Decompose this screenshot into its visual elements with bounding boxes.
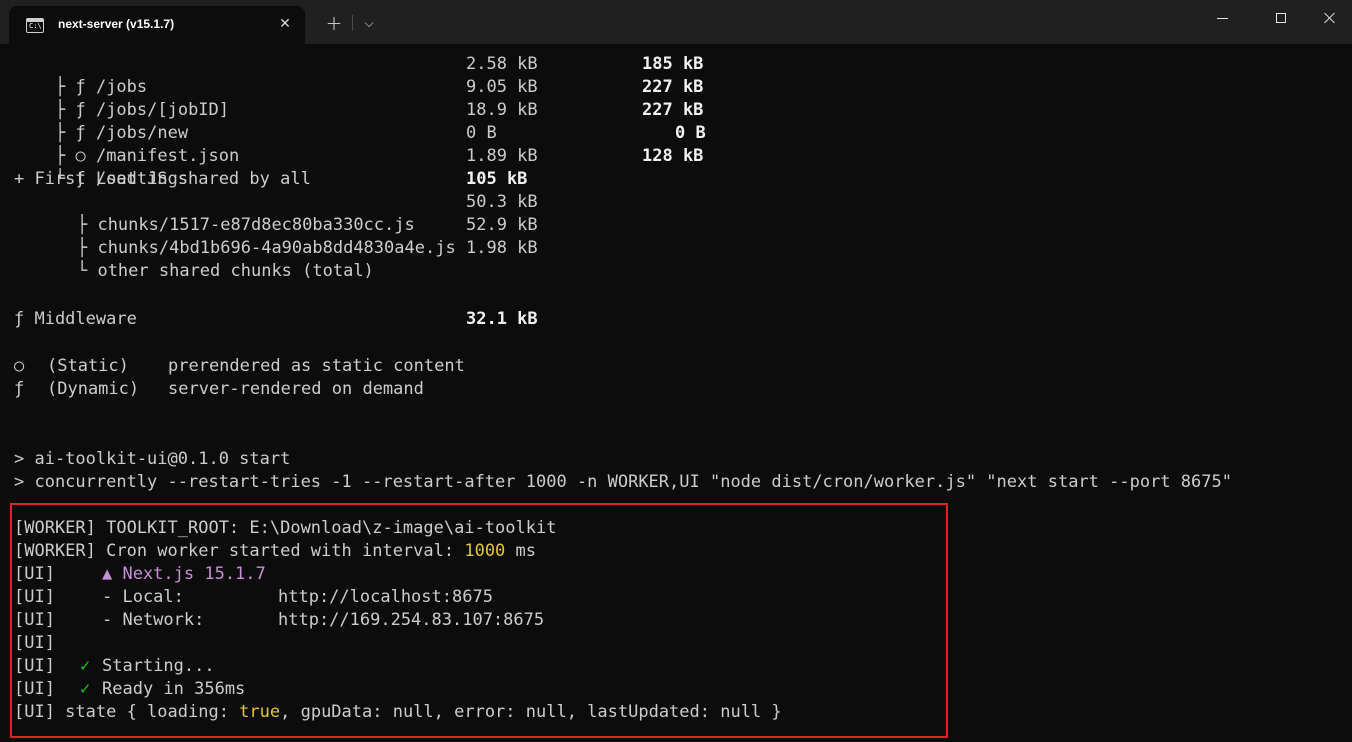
ui-log-prefix: [UI] [14,679,55,699]
network-label: - Network: [102,610,205,630]
chunk-size: 50.3 kB [466,192,538,212]
terminal-icon: C:\ [26,18,44,33]
starting-log: Starting... [102,656,215,676]
chunk-size: 1.98 kB [466,238,538,258]
ui-log-prefix: [UI] [14,610,55,630]
legend-name: (Static) [47,356,129,376]
route-size: 2.58 kB [466,54,538,74]
tab-title: next-server (v15.1.7) [58,17,175,31]
shared-js-total: 105 kB [466,169,528,189]
legend-symbol: ○ [14,356,25,376]
new-tab-button[interactable]: + [321,10,347,36]
worker-root-log: [WORKER] TOOLKIT_ROOT: E:\Download\z-ima… [14,518,557,538]
route-first-load: 227 kB [642,100,704,120]
legend-desc: server-rendered on demand [168,379,424,399]
close-window-button[interactable] [1306,0,1352,36]
cron-interval-value: 1000 [464,541,506,561]
minimize-icon [1217,18,1228,19]
route-size: 0 B [466,123,497,143]
route-size: 9.05 kB [466,77,538,97]
title-bar: C:\ next-server (v15.1.7) ✕ + ⌵ [0,0,1352,44]
network-url: http://169.254.83.107:8675 [278,610,545,630]
ui-log-prefix: [UI] [14,587,55,607]
legend-desc: prerendered as static content [168,356,465,376]
ui-log-prefix: [UI] [14,633,55,653]
chunk-size: 52.9 kB [466,215,538,235]
tab-divider [352,15,353,31]
shared-js-label: + First Load JS shared by all [14,169,311,189]
local-label: - Local: [102,587,184,607]
maximize-button[interactable] [1258,0,1304,36]
close-icon [1323,12,1335,24]
route-size: 1.89 kB [466,146,538,166]
check-icon: ✓ [80,679,91,699]
ready-log: Ready in 356ms [102,679,246,699]
maximize-icon [1276,13,1286,23]
terminal-tab[interactable]: C:\ next-server (v15.1.7) ✕ [9,6,305,44]
route-first-load: 128 kB [642,146,704,166]
chevron-down-icon[interactable]: ⌵ [357,10,381,36]
chunk-row: └ other shared chunks (total) [76,261,374,281]
legend-symbol: ƒ [14,379,25,399]
route-first-load: 185 kB [642,54,704,74]
state-log: [UI] state { loading: true, gpuData: nul… [14,702,782,722]
close-tab-icon[interactable]: ✕ [274,13,296,35]
middleware-label: ƒ Middleware [14,309,137,329]
loading-value: true [239,702,281,722]
command-line: > concurrently --restart-tries -1 --rest… [14,472,1232,492]
local-url: http://localhost:8675 [278,587,493,607]
legend-name: (Dynamic) [47,379,140,399]
minimize-button[interactable] [1200,0,1246,36]
command-line: > ai-toolkit-ui@0.1.0 start [14,449,291,469]
middleware-size: 32.1 kB [466,309,538,329]
route-first-load: 0 B [675,123,706,143]
check-icon: ✓ [80,656,91,676]
route-first-load: 227 kB [642,77,704,97]
terminal-output[interactable]: ├ ƒ /jobs 2.58 kB 185 kB ├ ƒ /jobs/[jobI… [0,44,1352,742]
route-size: 18.9 kB [466,100,538,120]
worker-cron-log: [WORKER] Cron worker started with interv… [14,541,537,561]
ui-log-prefix: [UI] [14,564,55,584]
nextjs-version: ▲ Next.js 15.1.7 [102,564,266,584]
ui-log-prefix: [UI] [14,656,55,676]
